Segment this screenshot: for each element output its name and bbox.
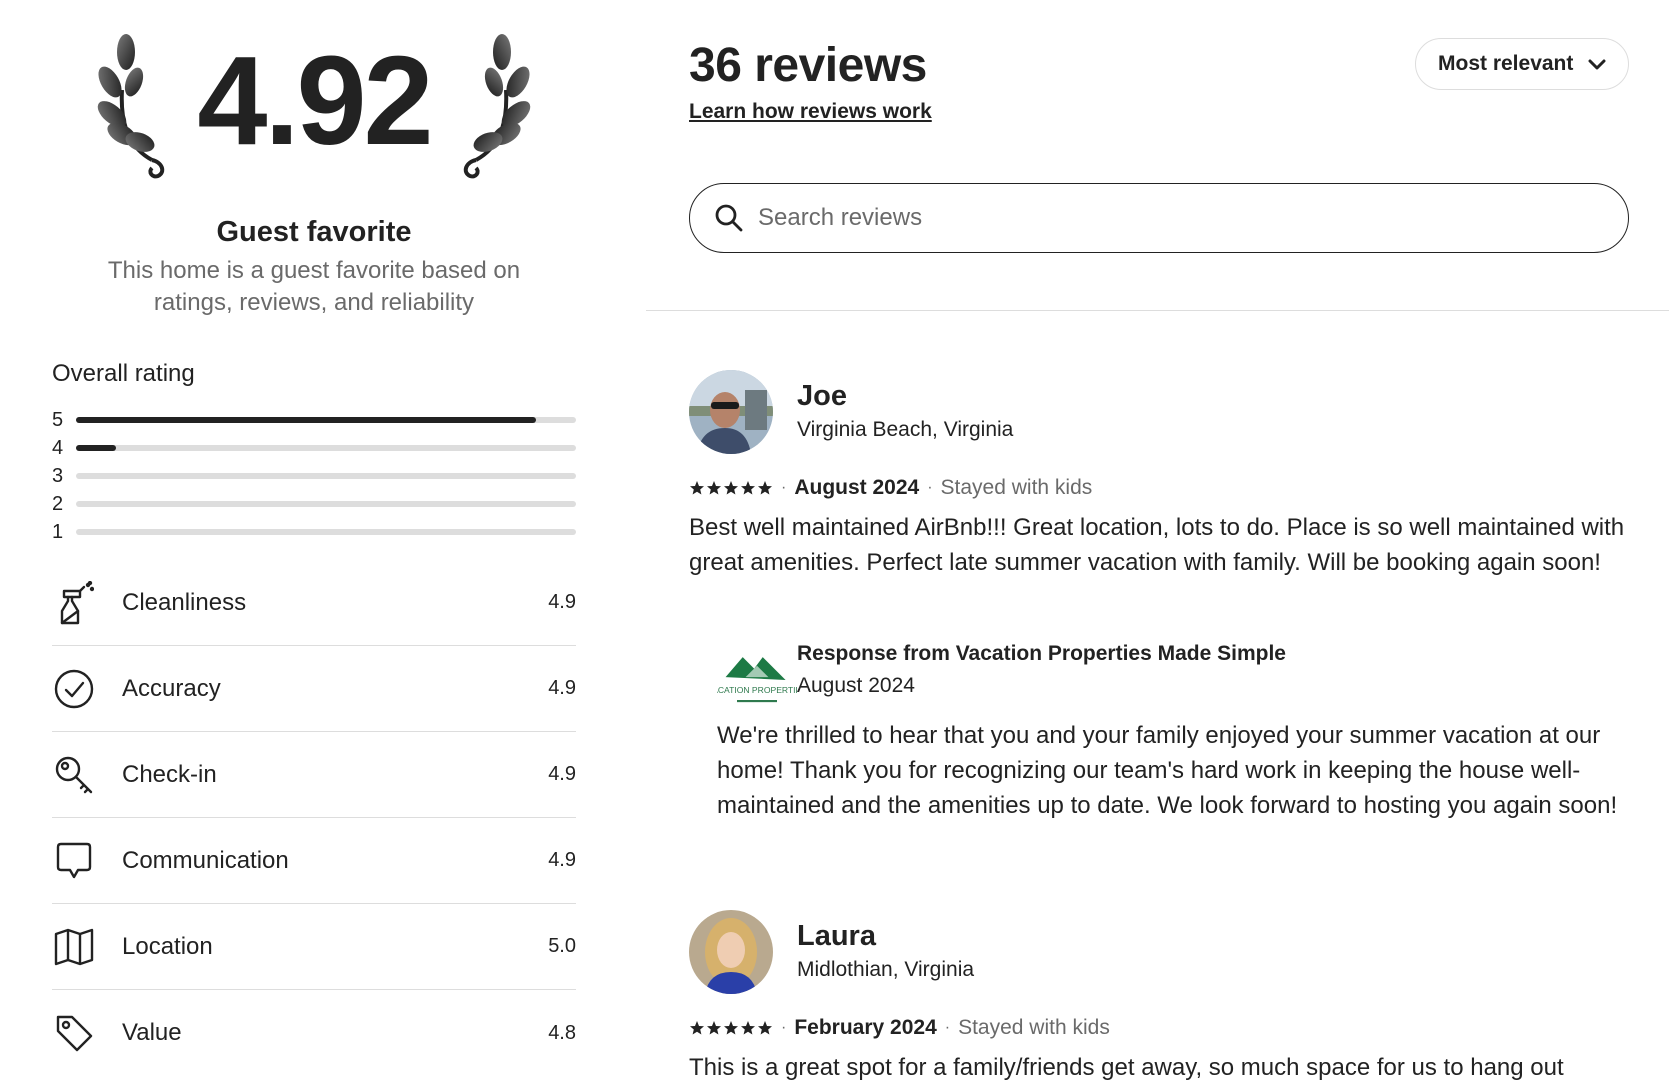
star-icon (707, 481, 721, 495)
sort-dropdown[interactable]: Most relevant (1415, 38, 1629, 90)
search-reviews-field[interactable] (689, 183, 1629, 253)
response-text: We're thrilled to hear that you and your… (717, 722, 1618, 819)
category-communication: Communication 4.9 (52, 818, 576, 904)
review-text: Best well maintained AirBnb!!! Great loc… (689, 514, 1625, 576)
reviewer-header: Joe Virginia Beach, Virginia (689, 370, 1629, 456)
rating-bar-row: 5 (52, 406, 576, 434)
star-icon (758, 481, 772, 495)
star-icon (741, 481, 755, 495)
category-value: Value 4.8 (52, 990, 576, 1076)
rating-hero: 4.92 (52, 30, 576, 200)
star-icon (724, 1021, 738, 1035)
rating-bar-track (76, 529, 576, 535)
category-value: 5.0 (548, 935, 576, 957)
separator-dot: · (781, 479, 787, 496)
rating-bar-label: 2 (52, 492, 64, 515)
review-date: August 2024 (794, 476, 920, 499)
category-check-in: Check-in 4.9 (52, 732, 576, 818)
separator-dot: · (927, 479, 933, 496)
response-date: August 2024 (797, 674, 915, 697)
category-label: Location (122, 932, 213, 960)
star-icon (707, 1021, 721, 1035)
laurel-right-icon (463, 34, 531, 179)
rating-bar-row: 2 (52, 490, 576, 518)
reviewer-name[interactable]: Laura (797, 920, 876, 953)
review-text: This is a great spot for a family/friend… (689, 1054, 1564, 1080)
reviews-count: 36 reviews (689, 39, 927, 92)
category-location: Location 5.0 (52, 904, 576, 990)
rating-bar-label: 3 (52, 464, 64, 487)
category-label: Cleanliness (122, 588, 247, 616)
category-label: Value (122, 1019, 182, 1046)
reviewer-location: Midlothian, Virginia (797, 958, 975, 981)
stay-type: Stayed with kids (958, 1016, 1110, 1039)
guest-favorite-title: Guest favorite (216, 216, 412, 248)
rating-distribution: 5 4 3 2 1 (52, 406, 576, 546)
guest-favorite-description: This home is a guest favorite based on r… (107, 257, 521, 316)
search-icon (715, 204, 743, 232)
review-date: February 2024 (794, 1016, 937, 1039)
category-accuracy: Accuracy 4.9 (52, 646, 576, 732)
category-label: Check-in (122, 760, 217, 788)
separator-dot: · (944, 1019, 951, 1036)
host-logo-text: VACATION PROPERTIES (717, 685, 797, 695)
reviewer-name[interactable]: Joe (797, 380, 847, 413)
category-ratings: Cleanliness 4.9 Accuracy 4.9 Check-in 4.… (52, 560, 576, 1076)
star-rating (689, 480, 773, 496)
avatar[interactable] (689, 910, 773, 994)
star-icon (690, 481, 704, 495)
tag-icon (52, 1011, 96, 1055)
rating-bar-row: 4 (52, 434, 576, 462)
rating-bar-track (76, 417, 576, 423)
review-item: Joe Virginia Beach, Virginia · August 20… (689, 370, 1629, 819)
search-reviews-input[interactable] (758, 204, 1628, 232)
rating-bar-row: 1 (52, 518, 576, 546)
star-icon (724, 481, 738, 495)
chevron-down-icon (1588, 59, 1606, 70)
star-icon (758, 1021, 772, 1035)
category-value: 4.9 (548, 849, 576, 871)
learn-how-reviews-work-link[interactable]: Learn how reviews work (689, 100, 932, 124)
sort-dropdown-label: Most relevant (1438, 52, 1574, 75)
rating-bar-track (76, 473, 576, 479)
check-circle-icon (52, 667, 96, 711)
rating-bar-track (76, 501, 576, 507)
category-value: 4.9 (548, 763, 576, 785)
rating-bar-row: 3 (52, 462, 576, 490)
avatar[interactable] (689, 370, 773, 454)
rating-bar-label: 4 (52, 436, 64, 459)
category-label: Communication (122, 846, 289, 874)
separator-dot: · (781, 1019, 787, 1036)
key-icon (52, 753, 96, 797)
category-value: 4.9 (548, 591, 576, 613)
reviews-panel: 36 reviews Learn how reviews work Most r… (689, 0, 1629, 1080)
rating-bar-fill (76, 417, 536, 423)
map-icon (52, 925, 96, 969)
reviewer-location: Virginia Beach, Virginia (797, 418, 1014, 441)
category-label: Accuracy (122, 674, 221, 702)
host-logo: VACATION PROPERTIES (717, 657, 797, 703)
rating-bar-fill (76, 445, 116, 451)
category-value: 4.8 (548, 1021, 576, 1044)
review-meta: · August 2024 · Stayed with kids (689, 474, 1092, 502)
category-value: 4.9 (548, 677, 576, 699)
rating-bar-label: 1 (52, 520, 64, 543)
response-title: Response from Vacation Properties Made S… (797, 642, 1286, 665)
star-icon (690, 1021, 704, 1035)
chat-bubble-icon (52, 839, 96, 883)
spray-bottle-icon (52, 580, 96, 625)
overall-rating-title: Overall rating (52, 360, 195, 387)
review-meta: · February 2024 · Stayed with kids (689, 1014, 1110, 1042)
star-icon (741, 1021, 755, 1035)
rating-summary-panel: 4.92 Guest favorite This home is a guest… (52, 0, 576, 1080)
review-item: Laura Midlothian, Virginia · February 20… (689, 910, 1629, 1080)
rating-bar-track (76, 445, 576, 451)
rating-bar-label: 5 (52, 408, 64, 431)
stay-type: Stayed with kids (940, 476, 1093, 499)
star-rating (689, 1020, 773, 1036)
category-cleanliness: Cleanliness 4.9 (52, 560, 576, 646)
reviewer-header: Laura Midlothian, Virginia (689, 910, 1629, 996)
